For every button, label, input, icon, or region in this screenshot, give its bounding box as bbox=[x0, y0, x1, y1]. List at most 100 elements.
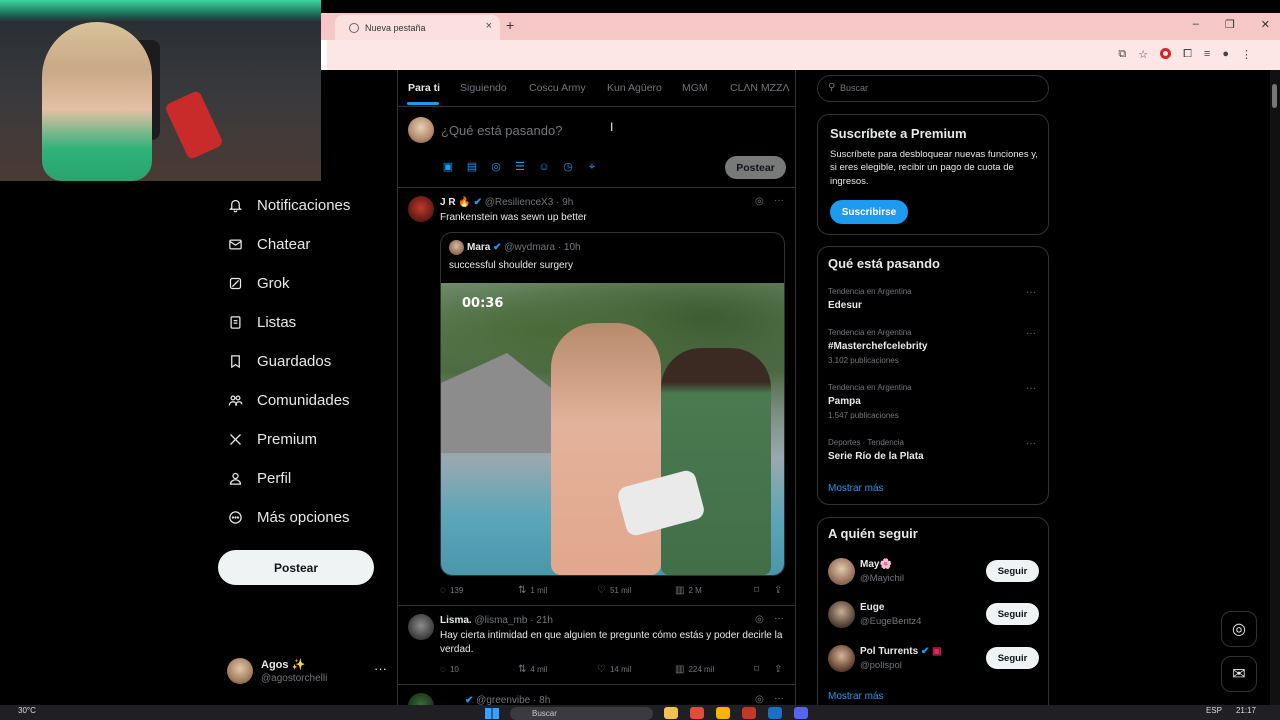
tweet-author[interactable]: Lisma. @lisma_mb · 21h bbox=[440, 615, 553, 626]
share-button[interactable]: ⇪ bbox=[774, 664, 782, 675]
chrome-icon[interactable] bbox=[690, 707, 704, 719]
show-more-trends-link[interactable]: Mostrar más bbox=[828, 483, 884, 494]
follow-button[interactable]: Seguir bbox=[986, 560, 1039, 582]
browser-tab[interactable]: Nueva pestaña × bbox=[335, 15, 500, 40]
gif-icon[interactable]: ▤ bbox=[466, 161, 478, 173]
more-icon[interactable]: ··· bbox=[1026, 287, 1036, 298]
tab-mgm[interactable]: MGM bbox=[682, 82, 708, 94]
nav-communities[interactable]: Comunidades bbox=[227, 392, 350, 409]
reply-button[interactable]: ◌ 139 bbox=[440, 585, 463, 596]
nav-grok[interactable]: Grok bbox=[227, 275, 290, 292]
grok-icon[interactable]: ◎ bbox=[755, 694, 764, 705]
show-more-follow-link[interactable]: Mostrar más bbox=[828, 691, 884, 702]
more-icon[interactable]: ··· bbox=[774, 195, 784, 206]
close-window-icon[interactable]: ✕ bbox=[1261, 18, 1270, 31]
trend-name[interactable]: #Masterchefcelebrity bbox=[828, 341, 928, 352]
account-switcher[interactable]: Agos ✨ @agostorchelli ··· bbox=[227, 656, 387, 686]
tab-clan-mzza[interactable]: CLΛN MZZΛ bbox=[730, 82, 790, 94]
discord-icon[interactable] bbox=[794, 707, 808, 719]
tray-clock[interactable]: 21:17 bbox=[1236, 706, 1256, 715]
location-icon[interactable]: ⌖ bbox=[586, 161, 598, 173]
compose-post-button[interactable]: Postear bbox=[725, 156, 786, 179]
nav-profile[interactable]: Perfil bbox=[227, 470, 291, 487]
scrollbar-thumb[interactable] bbox=[1272, 84, 1277, 108]
more-icon[interactable]: ··· bbox=[1026, 328, 1036, 339]
star-icon[interactable]: ☆ bbox=[1138, 48, 1148, 61]
follow-name[interactable]: May🌸 bbox=[860, 559, 892, 570]
tab-following[interactable]: Siguiendo bbox=[460, 82, 507, 94]
reply-button[interactable]: ◌ 10 bbox=[440, 664, 459, 675]
menu-icon[interactable]: ⋮ bbox=[1241, 48, 1252, 61]
files-icon[interactable] bbox=[664, 707, 678, 719]
avatar[interactable] bbox=[828, 601, 855, 628]
grok-icon[interactable]: ◎ bbox=[755, 614, 764, 625]
repost-button[interactable]: ⇅ 4 mil bbox=[518, 664, 547, 675]
steam-icon[interactable] bbox=[768, 707, 782, 719]
page-scrollbar[interactable] bbox=[1270, 70, 1280, 705]
restore-icon[interactable]: ❐ bbox=[1225, 18, 1235, 31]
share-button[interactable]: ⇪ bbox=[774, 585, 782, 596]
reading-list-icon[interactable]: ≡ bbox=[1204, 48, 1210, 61]
image-icon[interactable]: ▣ bbox=[442, 161, 454, 173]
avatar[interactable] bbox=[408, 196, 434, 222]
opera-gx-icon[interactable] bbox=[742, 707, 756, 719]
address-bar[interactable]: ⧉ ☆ ⧠ ≡ ● ⋮ bbox=[321, 40, 1280, 70]
views-button[interactable]: ▥ 2 M bbox=[675, 585, 702, 596]
tab-coscu-army[interactable]: Coscu Army bbox=[529, 82, 586, 94]
like-button[interactable]: ♡ 51 mil bbox=[597, 585, 631, 596]
extensions-icon[interactable]: ⧠ bbox=[1183, 48, 1192, 61]
minimize-icon[interactable]: – bbox=[1193, 18, 1199, 31]
tab-kun-aguero[interactable]: Kun Agüero bbox=[607, 82, 662, 94]
install-icon[interactable]: ⧉ bbox=[1118, 48, 1126, 61]
tab-close-icon[interactable]: × bbox=[486, 20, 492, 32]
windows-start-icon[interactable] bbox=[485, 708, 499, 719]
tweet-author[interactable]: J R 🔥 ✔ @ResilienceX3 · 9h bbox=[440, 197, 573, 208]
nav-premium[interactable]: Premium bbox=[227, 431, 317, 448]
follow-name[interactable]: Pol Turrents ✔ ▣ bbox=[860, 646, 942, 657]
more-icon[interactable]: ··· bbox=[774, 613, 784, 624]
follow-button[interactable]: Seguir bbox=[986, 647, 1039, 669]
bookmark-button[interactable]: ⌑ bbox=[754, 585, 759, 596]
avatar[interactable] bbox=[828, 558, 855, 585]
more-icon[interactable]: ··· bbox=[1026, 438, 1036, 449]
views-button[interactable]: ▥ 224 mil bbox=[675, 664, 714, 675]
bookmark-button[interactable]: ⌑ bbox=[754, 664, 759, 675]
messages-floating-button[interactable]: ✉ bbox=[1221, 656, 1257, 692]
follow-button[interactable]: Seguir bbox=[986, 603, 1039, 625]
avatar[interactable] bbox=[828, 645, 855, 672]
post-button[interactable]: Postear bbox=[218, 550, 374, 585]
follow-name[interactable]: Euge bbox=[860, 602, 884, 613]
opera-icon[interactable] bbox=[1160, 48, 1172, 59]
video-player[interactable] bbox=[441, 283, 784, 575]
like-button[interactable]: ♡ 14 mil bbox=[597, 664, 631, 675]
more-icon[interactable]: ··· bbox=[374, 661, 387, 676]
search-input[interactable]: ⚲ Buscar bbox=[817, 75, 1049, 102]
profile-icon[interactable]: ● bbox=[1222, 48, 1229, 61]
subscribe-button[interactable]: Suscribirse bbox=[830, 200, 908, 224]
repost-button[interactable]: ⇅ 1 mil bbox=[518, 585, 547, 596]
more-icon[interactable]: ··· bbox=[1026, 383, 1036, 394]
emoji-icon[interactable]: ☺ bbox=[538, 161, 550, 173]
nav-notifications[interactable]: Notificaciones bbox=[227, 197, 350, 214]
weather-widget[interactable]: 30°C bbox=[18, 706, 36, 715]
compose-input[interactable]: ¿Qué está pasando? bbox=[441, 123, 562, 138]
trend-name[interactable]: Edesur bbox=[828, 300, 862, 311]
new-tab-button[interactable]: + bbox=[506, 17, 514, 33]
grok-floating-button[interactable]: ◎ bbox=[1221, 611, 1257, 647]
grok-icon[interactable]: ◎ bbox=[755, 196, 764, 207]
nav-chat[interactable]: Chatear bbox=[227, 236, 310, 253]
tray-language[interactable]: ESP bbox=[1206, 706, 1222, 715]
nav-bookmarks[interactable]: Guardados bbox=[227, 353, 331, 370]
grok-icon[interactable]: ◎ bbox=[490, 161, 502, 173]
explorer-icon[interactable] bbox=[716, 707, 730, 719]
more-icon[interactable]: ··· bbox=[774, 693, 784, 704]
avatar[interactable] bbox=[408, 614, 434, 640]
trend-name[interactable]: Serie Río de la Plata bbox=[828, 451, 924, 462]
trend-name[interactable]: Pampa bbox=[828, 396, 861, 407]
tab-for-you[interactable]: Para ti bbox=[408, 82, 440, 94]
nav-more-options[interactable]: Más opciones bbox=[227, 509, 350, 526]
nav-lists[interactable]: Listas bbox=[227, 314, 296, 331]
taskbar-search[interactable]: Buscar bbox=[510, 707, 653, 720]
schedule-icon[interactable]: ◷ bbox=[562, 161, 574, 173]
poll-icon[interactable]: ☰ bbox=[514, 161, 526, 173]
